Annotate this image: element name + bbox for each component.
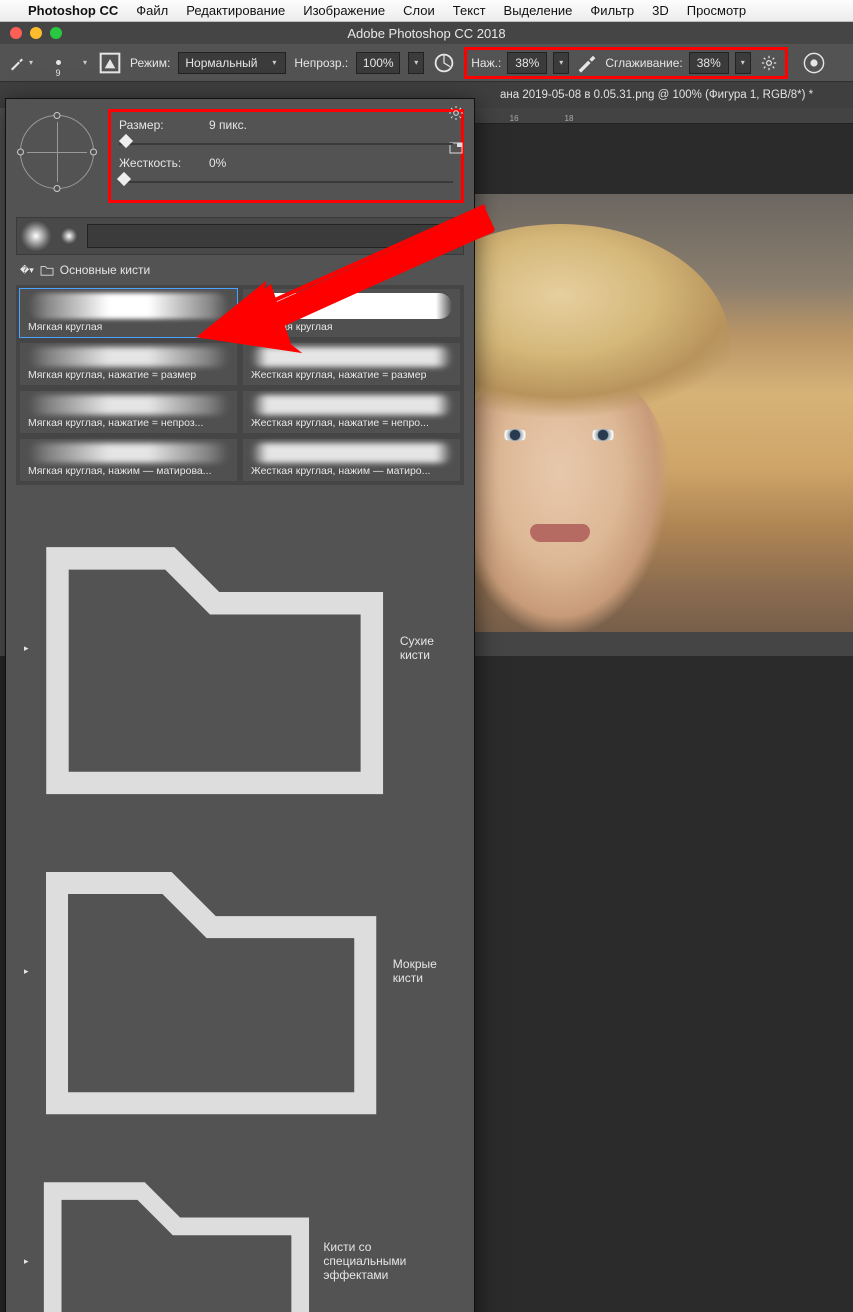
size-label: Размер: xyxy=(119,118,189,132)
current-tool-icon[interactable]: ▾ xyxy=(8,49,36,77)
opacity-input[interactable]: 100% xyxy=(356,52,400,74)
chevron-down-icon: ▾ xyxy=(26,58,36,67)
smoothing-label: Сглаживание: xyxy=(605,56,682,70)
folder-icon xyxy=(35,491,394,805)
window-titlebar: Adobe Photoshop CC 2018 xyxy=(0,22,853,44)
size-slider[interactable] xyxy=(119,136,453,150)
brush-preset-grid: Мягкая круглая Жесткая круглая Мягкая кр… xyxy=(16,285,464,485)
window-zoom-button[interactable] xyxy=(50,27,62,39)
menu-view[interactable]: Просмотр xyxy=(687,3,746,18)
brush-preset-panel: Размер: 9 пикс. Жесткость: 0% �▾ Основны… xyxy=(5,98,475,1312)
hardness-slider[interactable] xyxy=(119,174,453,188)
brush-tip-preview-icon[interactable] xyxy=(21,221,51,251)
menu-3d[interactable]: 3D xyxy=(652,3,669,18)
smoothing-settings-icon[interactable] xyxy=(757,51,781,75)
menu-layers[interactable]: Слои xyxy=(403,3,435,18)
pressure-opacity-icon[interactable] xyxy=(432,51,456,75)
document-tab[interactable]: ана 2019-05-08 в 0.05.31.png @ 100% (Фиг… xyxy=(500,89,813,101)
chevron-right-icon: ▸ xyxy=(24,1256,29,1267)
size-value[interactable]: 9 пикс. xyxy=(209,118,247,132)
hardness-value[interactable]: 0% xyxy=(209,156,226,170)
brush-preset-picker[interactable]: 9 xyxy=(44,49,72,77)
folder-dry-brushes[interactable]: ▸ Сухие кисти xyxy=(16,485,464,811)
annotation-highlight-size-hardness: Размер: 9 пикс. Жесткость: 0% xyxy=(108,109,464,203)
opacity-label: Непрозр.: xyxy=(294,56,348,70)
pressure-size-icon[interactable] xyxy=(802,51,826,75)
brush-preset[interactable]: Жесткая круглая, нажатие = непро... xyxy=(243,391,460,433)
menu-text[interactable]: Текст xyxy=(453,3,486,18)
chevron-down-icon[interactable]: ▾ xyxy=(80,58,90,67)
menu-file[interactable]: Файл xyxy=(136,3,168,18)
brush-preset[interactable]: Мягкая круглая, нажим — матирова... xyxy=(20,439,237,481)
airbrush-icon[interactable] xyxy=(575,51,599,75)
brush-search-input[interactable] xyxy=(87,224,459,248)
flow-label: Наж.: xyxy=(471,56,501,70)
brush-preset[interactable]: Мягкая круглая, нажатие = непроз... xyxy=(20,391,237,433)
brush-tip-preview-small-icon[interactable] xyxy=(61,228,77,244)
opacity-dropdown[interactable]: ▾ xyxy=(408,52,424,74)
window-close-button[interactable] xyxy=(10,27,22,39)
folder-special-brushes[interactable]: ▸ Кисти со специальными эффектами xyxy=(16,1132,464,1312)
menu-filter[interactable]: Фильтр xyxy=(590,3,634,18)
flow-input[interactable]: 38% xyxy=(507,52,547,74)
brush-preset[interactable]: Жесткая круглая, нажатие = размер xyxy=(243,343,460,385)
brush-preset[interactable]: Жесткая круглая, нажим — матиро... xyxy=(243,439,460,481)
menu-select[interactable]: Выделение xyxy=(504,3,573,18)
folder-icon xyxy=(40,264,54,276)
brush-preset[interactable]: Мягкая круглая, нажатие = размер xyxy=(20,343,237,385)
chevron-right-icon: ▸ xyxy=(24,966,29,977)
window-minimize-button[interactable] xyxy=(30,27,42,39)
menu-image[interactable]: Изображение xyxy=(303,3,385,18)
folder-icon xyxy=(35,1138,318,1312)
menu-edit[interactable]: Редактирование xyxy=(186,3,285,18)
brush-panel-toggle-icon[interactable] xyxy=(98,51,122,75)
smoothing-input[interactable]: 38% xyxy=(689,52,729,74)
blend-mode-select[interactable]: Нормальный▾ xyxy=(178,52,286,74)
brush-preset[interactable]: Мягкая круглая xyxy=(20,289,237,337)
folder-icon xyxy=(35,817,387,1125)
options-bar: ▾ 9 ▾ Режим: Нормальный▾ Непрозр.: 100% … xyxy=(0,44,853,82)
folder-wet-brushes[interactable]: ▸ Мокрые кисти xyxy=(16,811,464,1131)
panel-settings-gear-icon[interactable] xyxy=(448,105,464,124)
brush-preset[interactable]: Жесткая круглая xyxy=(243,289,460,337)
chevron-down-icon: �▾ xyxy=(20,265,34,276)
smoothing-dropdown[interactable]: ▾ xyxy=(735,52,751,74)
chevron-right-icon: ▸ xyxy=(24,643,29,654)
annotation-highlight-flow: Наж.: 38% ▾ Сглаживание: 38% ▾ xyxy=(464,47,787,79)
mac-menubar: Photoshop CC Файл Редактирование Изображ… xyxy=(0,0,853,22)
hardness-label: Жесткость: xyxy=(119,156,189,170)
folder-main-brushes[interactable]: �▾ Основные кисти xyxy=(16,255,464,285)
window-title: Adobe Photoshop CC 2018 xyxy=(347,26,505,41)
flow-dropdown[interactable]: ▾ xyxy=(553,52,569,74)
mode-label: Режим: xyxy=(130,56,170,70)
app-name[interactable]: Photoshop CC xyxy=(28,3,118,18)
brush-angle-control[interactable] xyxy=(20,115,94,189)
